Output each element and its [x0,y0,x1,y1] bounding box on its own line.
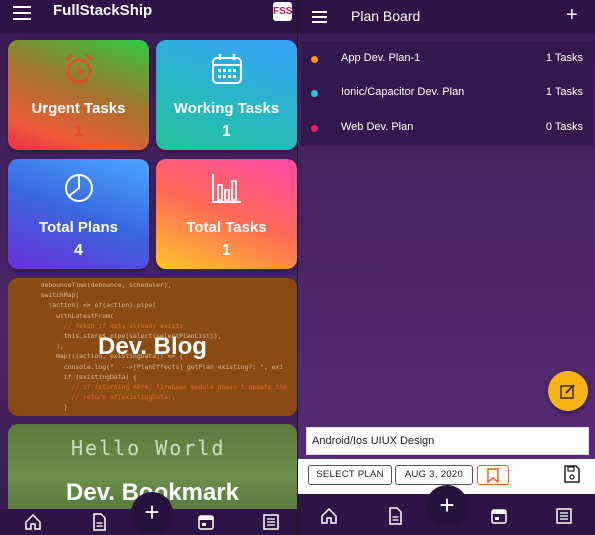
plan-row[interactable]: App Dev. Plan-1 1 Tasks [301,42,593,76]
menu-icon[interactable] [13,6,31,20]
tile-count: 1 [222,123,231,140]
tile-count: 4 [74,242,83,259]
plan-row[interactable]: Ionic/Capacitor Dev. Plan 1 Tasks [301,76,593,110]
plan-color-dot [311,125,318,132]
plan-color-dot [311,56,318,63]
dev-blog-card[interactable]: debounceTime(debounce, scheduler), switc… [8,278,297,416]
plan-task-count: 1 Tasks [545,52,583,64]
dashboard-screen: FullStackShip FSS Urgent Tasks 1 Working… [0,0,297,535]
document-icon[interactable] [90,513,108,531]
plan-name: Web Dev. Plan [341,121,414,133]
plan-name: Ionic/Capacitor Dev. Plan [341,86,465,98]
calendar-icon [211,54,242,84]
home-icon[interactable] [320,507,338,525]
calendar-icon[interactable] [490,507,508,525]
add-plan-icon[interactable]: + [566,4,578,27]
add-button[interactable]: + [426,485,468,527]
total-plans-tile[interactable]: Total Plans 4 [8,159,149,269]
tile-label: Total Plans [39,219,118,236]
add-button[interactable]: + [131,492,173,534]
urgent-tasks-tile[interactable]: Urgent Tasks 1 [8,40,149,150]
home-icon[interactable] [24,513,42,531]
app-header: Plan Board + [298,0,595,34]
plan-name: App Dev. Plan-1 [341,52,421,64]
bookmark-image-text: Hello World [71,436,226,460]
task-name-input[interactable] [306,427,589,455]
calendar-icon[interactable] [197,513,215,531]
edit-fab-button[interactable] [548,371,588,411]
plan-row[interactable]: Web Dev. Plan 0 Tasks [301,111,593,145]
page-title: Plan Board [351,8,421,24]
tile-label: Working Tasks [173,100,280,117]
plan-list: App Dev. Plan-1 1 Tasks Ionic/Capacitor … [301,42,593,146]
bookmark-icon [487,468,499,484]
date-picker-button[interactable]: AUG 3, 2020 [395,465,473,485]
plan-task-count: 0 Tasks [545,121,583,133]
app-title: FullStackShip [53,2,153,19]
document-icon[interactable] [386,507,404,525]
bar-chart-icon [211,174,241,203]
tile-label: Urgent Tasks [31,100,126,117]
menu-icon[interactable] [312,11,327,23]
tile-label: Total Tasks [186,219,267,236]
list-icon[interactable] [262,513,280,531]
edit-icon [560,384,575,399]
blog-title: Dev. Blog [98,333,207,360]
app-header: FullStackShip FSS [0,0,297,34]
tile-count: 1 [222,242,231,259]
pie-chart-icon [64,174,93,202]
working-tasks-tile[interactable]: Working Tasks 1 [156,40,297,150]
select-plan-button[interactable]: SELECT PLAN [308,465,392,485]
tile-count: 1 [74,123,83,140]
plan-task-count: 1 Tasks [545,86,583,98]
plan-board-screen: Plan Board + App Dev. Plan-1 1 Tasks Ion… [298,0,595,535]
bookmark-button[interactable] [477,465,509,485]
app-logo: FSS [273,2,292,21]
save-icon[interactable] [564,465,580,483]
total-tasks-tile[interactable]: Total Tasks 1 [156,159,297,269]
list-icon[interactable] [555,507,573,525]
alarm-clock-icon [64,54,93,84]
plan-color-dot [311,90,318,97]
